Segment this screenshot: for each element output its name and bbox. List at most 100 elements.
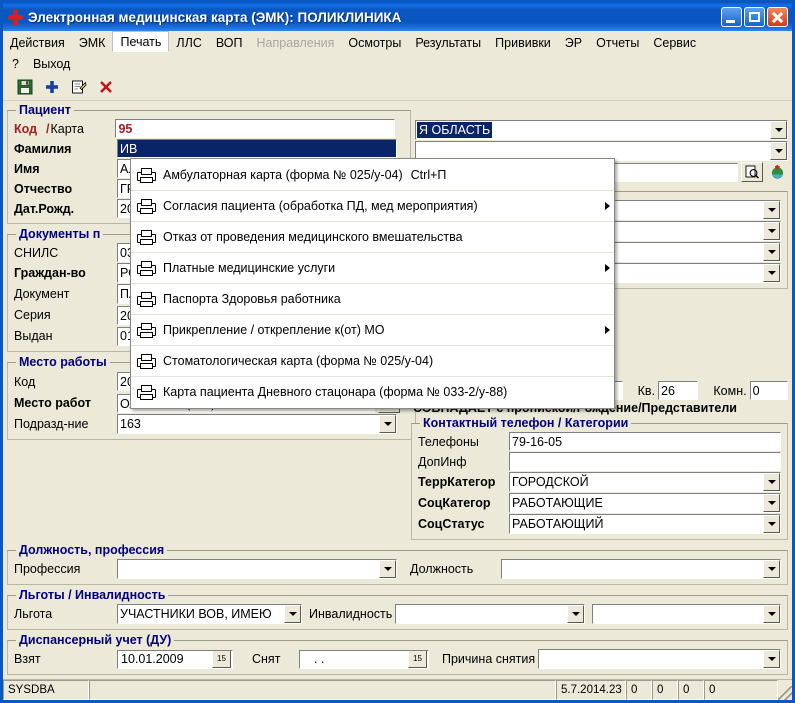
menu-item-osmotry[interactable]: Осмотры (341, 31, 408, 52)
submenu-arrow-icon (605, 264, 610, 272)
chevron-down-icon[interactable] (763, 515, 780, 533)
calendar-icon[interactable]: 15 (408, 650, 427, 668)
benefits-group: Льготы / Инвалидность Льгота УЧАСТНИКИ В… (7, 588, 788, 630)
taken-date-input[interactable]: 10.01.2009 15 (117, 649, 233, 669)
chevron-down-icon[interactable] (379, 415, 396, 433)
profession-value (118, 560, 379, 578)
chevron-down-icon[interactable] (379, 560, 396, 578)
resize-grip[interactable] (778, 686, 792, 700)
menu-item-day-hospital-card[interactable]: Карта пациента Дневного стацонара (форма… (131, 377, 614, 407)
reason-combo[interactable] (538, 649, 781, 669)
menu-item-label: Платные медицинские услуги (163, 261, 336, 275)
extra-info-label: ДопИнф (418, 454, 467, 469)
menu-item-servis[interactable]: Сервис (646, 31, 703, 52)
chevron-down-icon[interactable] (763, 243, 780, 261)
menu-item-help[interactable]: ? (5, 55, 26, 71)
address-region-combo[interactable]: Я ОБЛАСТЬ (415, 120, 788, 140)
disability-extra-combo[interactable] (592, 604, 781, 624)
chevron-down-icon[interactable] (763, 473, 780, 491)
menu-item-lls[interactable]: ЛЛС (169, 31, 208, 52)
patient-code-input[interactable]: 95 (115, 119, 396, 138)
district-group-legend: Участок / дата прикрепления к МО / откуд… (16, 678, 354, 679)
profession-combo[interactable] (117, 559, 397, 579)
extra-info-input[interactable] (509, 452, 781, 471)
address-region-row: Я ОБЛАСТЬ (415, 120, 788, 140)
district-group: Участок / дата прикрепления к МО / откуд… (7, 678, 788, 679)
patient-code-row: Код / Карта 95 (14, 119, 404, 138)
add-button[interactable] (40, 75, 64, 98)
benefit-combo[interactable]: УЧАСТНИКИ ВОВ, ИМЕЮ (117, 604, 302, 624)
chevron-down-icon[interactable] (763, 560, 780, 578)
plus-icon (46, 80, 58, 93)
menu-item-label: Отказ от проведения медицинского вмешате… (163, 230, 463, 244)
chevron-down-icon[interactable] (567, 605, 585, 623)
chevron-down-icon[interactable] (763, 264, 780, 282)
menu-item-er[interactable]: ЭР (558, 31, 589, 52)
menu-item-otchety[interactable]: Отчеты (589, 31, 646, 52)
chevron-down-icon[interactable] (763, 222, 780, 240)
chevron-down-icon[interactable] (770, 121, 787, 139)
workplace-dept-combo[interactable]: 163 (117, 414, 397, 434)
submenu-arrow-icon (605, 326, 610, 334)
room-input[interactable]: 0 (749, 381, 788, 400)
removed-date-value: . . (314, 652, 325, 666)
address-search-button[interactable] (741, 162, 763, 182)
menu-item-privivki[interactable]: Прививки (488, 31, 558, 52)
chevron-down-icon[interactable] (763, 605, 780, 623)
delete-button[interactable] (94, 75, 118, 98)
edit-icon (72, 80, 87, 93)
menu-item-ambulatory-card[interactable]: Амбулаторная карта (форма № 025/у-04) Ct… (131, 160, 614, 191)
chevron-down-icon[interactable] (284, 605, 301, 623)
profession-row: Профессия Должность (14, 559, 781, 579)
card-label: Карта (50, 121, 84, 136)
status-counter-2: 0 (652, 680, 678, 700)
title-bar: Электронная медицинская карта (ЭМК): ПОЛ… (3, 3, 792, 31)
menu-item-vop[interactable]: ВОП (209, 31, 250, 52)
maximize-button[interactable] (744, 7, 765, 27)
menu-item-paid-services[interactable]: Платные медицинские услуги (131, 253, 614, 284)
menu-item-deystviya[interactable]: Действия (3, 31, 72, 52)
chevron-down-icon[interactable] (763, 494, 780, 512)
contacts-group: Контактный телефон / Категории Телефоны … (411, 416, 788, 540)
post-value (502, 560, 763, 578)
menu-item-shortcut: Ctrl+П (410, 168, 447, 182)
chevron-down-icon[interactable] (763, 650, 780, 668)
save-icon (17, 79, 33, 94)
chevron-down-icon[interactable] (763, 201, 780, 219)
dispensary-group: Диспансерный учет (ДУ) Взят 10.01.2009 1… (7, 633, 788, 675)
menu-item-emk[interactable]: ЭМК (72, 31, 113, 52)
reason-label: Причина снятия (442, 652, 536, 666)
disability-combo[interactable] (395, 604, 586, 624)
terr-category-combo[interactable]: ГОРОДСКОЙ (509, 472, 781, 492)
menu-item-exit[interactable]: Выход (26, 55, 77, 71)
phone-input[interactable]: 79-16-05 (509, 432, 781, 451)
calendar-icon[interactable]: 15 (212, 650, 231, 668)
menu-item-attachment-mo[interactable]: Прикрепление / открепление к(от) МО (131, 315, 614, 346)
surname-input[interactable]: ИВ (117, 139, 397, 158)
terr-category-label: ТеррКатегор (418, 475, 496, 489)
menu-item-patient-consents[interactable]: Согласия пациента (обработка ПД, мед мер… (131, 191, 614, 222)
medical-globe-button[interactable] (766, 162, 788, 182)
removed-date-input[interactable]: . . 15 (299, 649, 429, 669)
surname-label: Фамилия (14, 141, 72, 156)
menu-item-rezultaty[interactable]: Результаты (408, 31, 488, 52)
close-button[interactable] (767, 7, 788, 27)
print-dropdown-menu[interactable]: Амбулаторная карта (форма № 025/у-04) Ct… (130, 158, 615, 409)
soc-category-combo[interactable]: РАБОТАЮЩИЕ (509, 493, 781, 513)
flat-input[interactable]: 26 (658, 381, 699, 400)
menu-item-pechat[interactable]: Печать (112, 31, 170, 52)
benefit-row: Льгота УЧАСТНИКИ ВОВ, ИМЕЮ Инвалидность (14, 604, 781, 624)
edit-button[interactable] (67, 75, 91, 98)
menu-item-health-passport[interactable]: Паспорта Здоровья работника (131, 284, 614, 315)
disability-label: Инвалидность (309, 607, 393, 621)
soc-status-combo[interactable]: РАБОТАЮЩИЙ (509, 514, 781, 534)
menu-item-refusal-intervention[interactable]: Отказ от проведения медицинского вмешате… (131, 222, 614, 253)
menu-item-dental-card[interactable]: Стоматологическая карта (форма № 025/у-0… (131, 346, 614, 377)
chevron-down-icon[interactable] (770, 142, 787, 160)
minimize-button[interactable] (721, 7, 742, 27)
menu-item-label: Паспорта Здоровья работника (163, 292, 341, 306)
post-combo[interactable] (501, 559, 781, 579)
save-button[interactable] (13, 75, 37, 98)
status-message (89, 680, 556, 700)
menu-bar: Действия ЭМК Печать ЛЛС ВОП Направления … (3, 31, 792, 53)
